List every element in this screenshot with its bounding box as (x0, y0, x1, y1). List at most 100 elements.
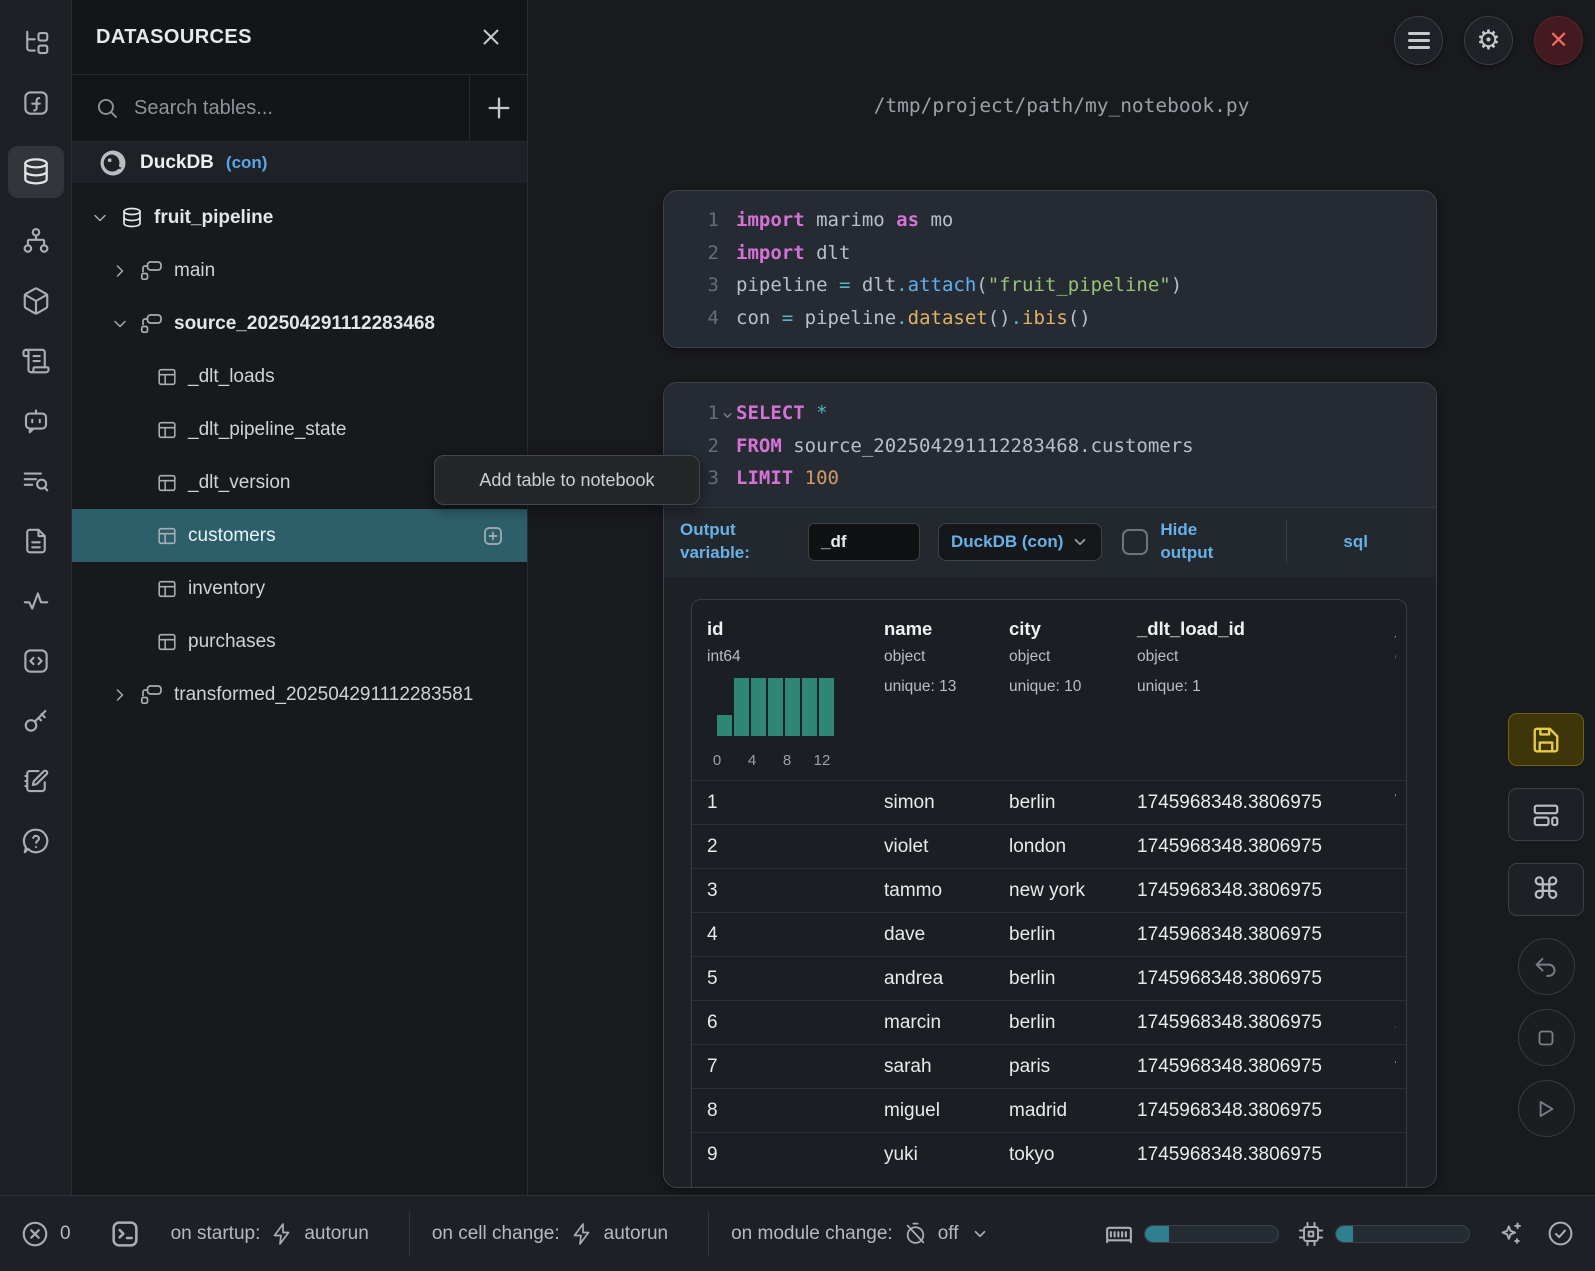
table-icon (156, 472, 178, 494)
activity-bar (0, 0, 72, 1195)
file-tree-icon[interactable] (8, 26, 64, 60)
notebook-path: /tmp/project/path/my_notebook.py (528, 94, 1595, 117)
cube-icon[interactable] (8, 284, 64, 318)
circle-x-icon (20, 1219, 50, 1249)
result-table[interactable]: id int64 04812 name object unique: 13 ci… (691, 599, 1407, 1188)
cell-change-setting[interactable]: on cell change: autorun (432, 1222, 668, 1246)
table-icon (156, 578, 178, 600)
stop-button[interactable] (1518, 1009, 1575, 1066)
sql-editor[interactable]: 1 SELECT * 2 FROM source_202504291112283… (664, 383, 1436, 507)
table-row[interactable]: 3tammonew york1745968348.3806975r (692, 868, 1406, 912)
terminal-icon (109, 1218, 141, 1250)
sql-cell[interactable]: 1 SELECT * 2 FROM source_202504291112283… (663, 382, 1437, 1188)
layout-button[interactable] (1508, 788, 1584, 841)
tree-item-purchases[interactable]: purchases (72, 615, 527, 668)
tooltip: Add table to notebook (434, 455, 700, 505)
table-row[interactable]: 4daveberlin1745968348.3806975h (692, 912, 1406, 956)
settings-button[interactable]: ⚙ (1464, 16, 1513, 65)
save-icon (1531, 725, 1561, 755)
connection-row[interactable]: DuckDB (con) (72, 142, 527, 183)
notebook-pen-icon[interactable] (8, 764, 64, 798)
key-icon[interactable] (8, 704, 64, 738)
code-line: 1 import marimo as mo (664, 204, 1436, 237)
output-variable-input[interactable]: _df (808, 523, 920, 561)
tree-item-label: purchases (188, 631, 276, 653)
table-row[interactable]: 1simonberlin1745968348.3806975V (692, 780, 1406, 824)
close-icon[interactable] (479, 25, 503, 49)
file-text-icon[interactable] (8, 524, 64, 558)
activity-icon[interactable] (8, 584, 64, 618)
schema-icon (140, 259, 164, 283)
help-icon[interactable] (8, 824, 64, 858)
tree-item-inventory[interactable]: inventory (72, 562, 527, 615)
hide-output-checkbox[interactable] (1122, 529, 1148, 555)
code-box-icon[interactable] (8, 644, 64, 678)
menu-icon (1408, 32, 1430, 49)
column-header-city[interactable]: city object unique: 10 (994, 618, 1122, 770)
save-button[interactable] (1508, 713, 1584, 766)
divider (1286, 521, 1287, 563)
column-header-id[interactable]: id int64 04812 (692, 618, 869, 770)
command-icon: ⌘ (1531, 875, 1561, 905)
tree-item-fruit_pipeline[interactable]: fruit_pipeline (72, 191, 527, 244)
cpu-indicator (1297, 1220, 1470, 1248)
fold-icon[interactable] (721, 409, 734, 422)
table-row[interactable]: 7sarahparis1745968348.3806975t (692, 1044, 1406, 1088)
table-header: id int64 04812 name object unique: 13 ci… (692, 600, 1406, 780)
datasource-tree: fruit_pipeline main source_2025042911122… (72, 183, 527, 721)
chevron-right-icon (110, 261, 130, 281)
divider (708, 1212, 709, 1256)
column-header-_dlt_load_id[interactable]: _dlt_load_id object unique: 1 (1122, 618, 1380, 770)
code-line: 2 FROM source_202504291112283468.custome… (664, 430, 1436, 463)
database-icon[interactable] (8, 146, 64, 198)
error-indicator[interactable]: 0 (20, 1219, 71, 1249)
undo-button[interactable] (1518, 938, 1575, 995)
engine-select[interactable]: DuckDB (con) (938, 523, 1102, 561)
add-table-icon[interactable] (481, 524, 505, 548)
bot-icon[interactable] (8, 404, 64, 438)
output-variable-label: Output variable: (680, 519, 785, 565)
column-header-name[interactable]: name object unique: 13 (869, 618, 994, 770)
run-button[interactable] (1518, 1080, 1575, 1137)
column-header-_dlt_id[interactable]: _dlt_id object unique: 13 (1380, 618, 1396, 770)
health-button[interactable] (1546, 1219, 1575, 1248)
module-change-setting[interactable]: on module change: off (731, 1221, 988, 1246)
terminal-button[interactable] (109, 1218, 141, 1250)
tree-item-_dlt_pipeline_state[interactable]: _dlt_pipeline_state (72, 403, 527, 456)
sitemap-icon[interactable] (8, 224, 64, 258)
status-bar: 0 on startup: autorun on cell change: au… (0, 1195, 1595, 1271)
python-cell[interactable]: 1 import marimo as mo 2 import dlt 3 pip… (663, 190, 1437, 348)
schema-icon (140, 312, 164, 336)
memory-indicator (1104, 1219, 1279, 1249)
tree-item-transformed_202504291112283581[interactable]: transformed_202504291112283581 (72, 668, 527, 721)
scroll-icon[interactable] (8, 344, 64, 378)
table-row[interactable]: 9yukitokyo1745968348.3806975E (692, 1132, 1406, 1176)
table-row[interactable]: 2violetlondon1745968348.3806975D (692, 824, 1406, 868)
tree-item-main[interactable]: main (72, 244, 527, 297)
tree-item-customers[interactable]: customers (72, 509, 527, 562)
timer-off-icon (903, 1221, 928, 1246)
table-row[interactable]: 8miguelmadrid1745968348.3806975r (692, 1088, 1406, 1132)
list-search-icon[interactable] (8, 464, 64, 498)
add-datasource-button[interactable] (470, 75, 527, 142)
table-row[interactable]: 5andreaberlin1745968348.3806975k (692, 956, 1406, 1000)
tree-item-source_202504291112283468[interactable]: source_202504291112283468 (72, 297, 527, 350)
table-row[interactable]: 6marcinberlin1745968348.3806975z (692, 1000, 1406, 1044)
function-icon[interactable] (8, 86, 64, 120)
shutdown-button[interactable]: ✕ (1534, 16, 1583, 65)
search-input[interactable]: Search tables... (134, 97, 469, 120)
duckdb-logo-icon (98, 148, 128, 178)
divider (409, 1212, 410, 1256)
ai-assist-button[interactable] (1496, 1220, 1524, 1248)
tree-item-label: inventory (188, 578, 265, 600)
tree-item-_dlt_loads[interactable]: _dlt_loads (72, 350, 527, 403)
table-icon (156, 631, 178, 653)
startup-setting[interactable]: on startup: autorun (171, 1222, 369, 1246)
stop-icon (1533, 1025, 1559, 1051)
menu-button[interactable] (1394, 16, 1443, 65)
zap-icon (270, 1222, 294, 1246)
shortcuts-button[interactable]: ⌘ (1508, 863, 1584, 916)
undo-icon (1532, 953, 1560, 981)
chevron-down-icon (90, 208, 110, 228)
shutdown-x-icon: ✕ (1548, 29, 1568, 53)
